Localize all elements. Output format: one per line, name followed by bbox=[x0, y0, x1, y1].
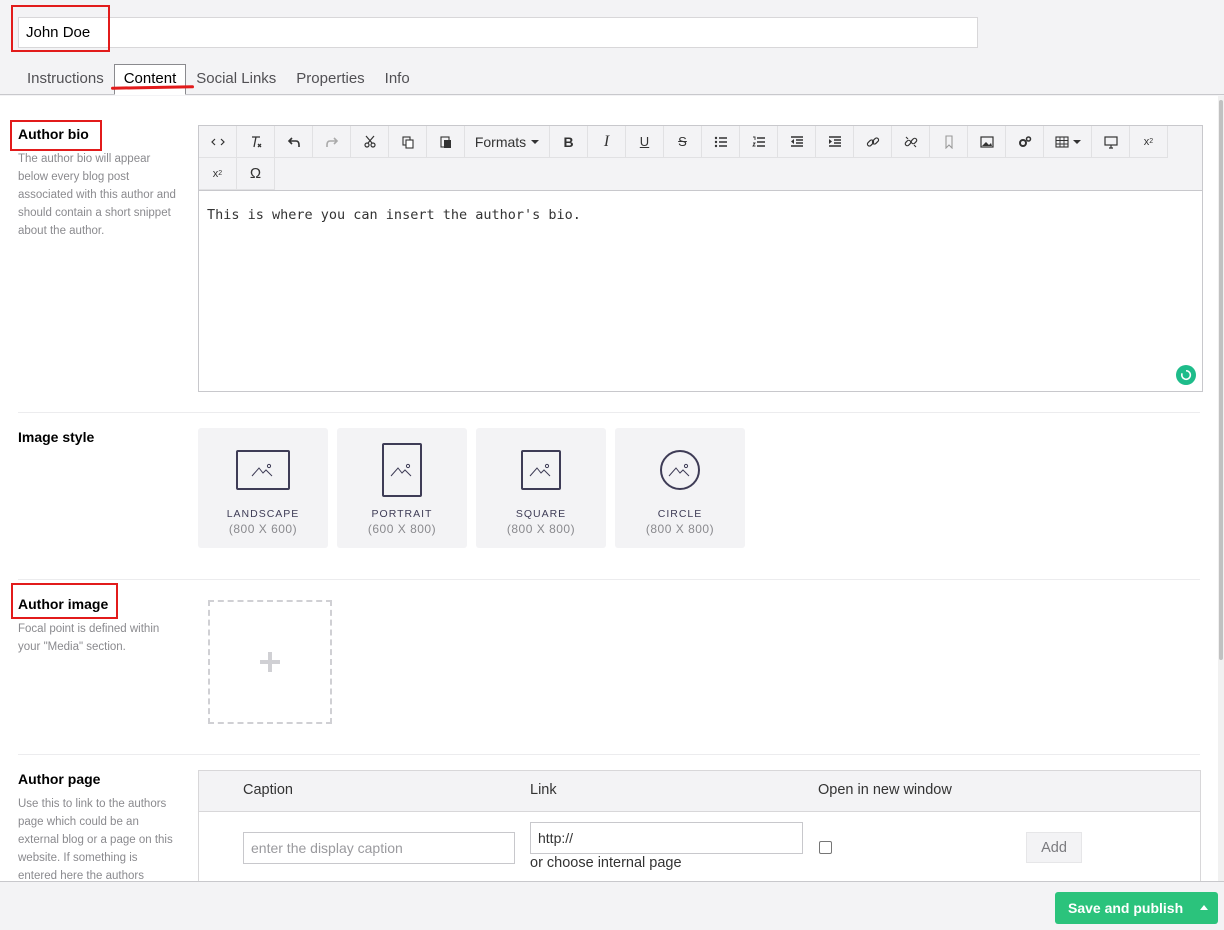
tab-content[interactable]: Content bbox=[113, 64, 187, 95]
author-page-label: Author page bbox=[18, 771, 101, 787]
link-icon[interactable] bbox=[854, 126, 892, 158]
section-divider bbox=[18, 412, 1200, 413]
omega-icon[interactable]: Ω bbox=[237, 158, 275, 190]
content-header: Instructions Content Social Links Proper… bbox=[0, 0, 1224, 95]
subscript-icon[interactable]: x2 bbox=[1130, 126, 1168, 158]
code-icon[interactable] bbox=[199, 126, 237, 158]
clear-format-icon[interactable] bbox=[237, 126, 275, 158]
chevron-up-icon[interactable] bbox=[1200, 905, 1208, 910]
open-new-window-checkbox[interactable] bbox=[819, 841, 832, 854]
numbered-list-icon[interactable] bbox=[740, 126, 778, 158]
editor-text: This is where you can insert the author'… bbox=[207, 207, 581, 223]
style-option-name: CIRCLE bbox=[657, 508, 703, 520]
save-and-publish-label: Save and publish bbox=[1068, 900, 1184, 916]
style-option-square[interactable]: SQUARE (800 X 800) bbox=[476, 428, 606, 548]
editor-toolbar: Formats B I U S x2 x2 Ω bbox=[199, 126, 1202, 191]
footer-bar: Save and publish bbox=[0, 881, 1224, 930]
tab-properties[interactable]: Properties bbox=[286, 64, 374, 95]
link-column-header: Link bbox=[530, 782, 557, 798]
content-tabs: Instructions Content Social Links Proper… bbox=[17, 64, 420, 95]
spell-check-icon[interactable] bbox=[1176, 365, 1196, 385]
redo-icon[interactable] bbox=[313, 126, 351, 158]
image-style-label: Image style bbox=[18, 429, 95, 445]
style-option-name: SQUARE bbox=[515, 508, 567, 520]
style-option-name: LANDSCAPE bbox=[226, 508, 300, 520]
add-link-button[interactable]: Add bbox=[1026, 832, 1082, 863]
formats-label: Formats bbox=[474, 133, 527, 150]
style-option-size: (800 X 800) bbox=[506, 522, 576, 536]
related-link-table: Caption Link Open in new window or choos… bbox=[198, 770, 1201, 881]
bold-icon[interactable]: B bbox=[550, 126, 588, 158]
table-icon[interactable] bbox=[1044, 126, 1092, 158]
style-option-landscape[interactable]: LANDSCAPE (800 X 600) bbox=[198, 428, 328, 548]
square-image-icon bbox=[521, 450, 561, 490]
paste-icon[interactable] bbox=[427, 126, 465, 158]
author-page-description: Use this to link to the authors page whi… bbox=[18, 798, 173, 881]
strikethrough-icon[interactable]: S bbox=[664, 126, 702, 158]
new-window-column-header: Open in new window bbox=[818, 782, 952, 798]
author-image-description: Focal point is defined within your "Medi… bbox=[18, 623, 160, 653]
portrait-image-icon bbox=[382, 443, 422, 497]
outdent-icon[interactable] bbox=[778, 126, 816, 158]
content-panel: Author bio The author bio will appear be… bbox=[0, 96, 1218, 881]
tab-social-links[interactable]: Social Links bbox=[186, 64, 286, 95]
style-option-size: (600 X 800) bbox=[367, 522, 437, 536]
tab-info[interactable]: Info bbox=[375, 64, 420, 95]
content-name-input[interactable] bbox=[18, 17, 978, 48]
style-option-size: (800 X 800) bbox=[645, 522, 715, 536]
author-bio-label: Author bio bbox=[18, 126, 89, 142]
scrollbar-thumb[interactable] bbox=[1219, 100, 1223, 660]
underline-icon[interactable]: U bbox=[626, 126, 664, 158]
indent-icon[interactable] bbox=[816, 126, 854, 158]
chevron-down-icon bbox=[1072, 139, 1081, 144]
link-table-header: Caption Link Open in new window bbox=[199, 771, 1200, 812]
caption-input[interactable] bbox=[243, 832, 515, 864]
style-option-circle[interactable]: CIRCLE (800 X 800) bbox=[615, 428, 745, 548]
link-input[interactable] bbox=[530, 822, 803, 854]
image-icon[interactable] bbox=[968, 126, 1006, 158]
author-image-label: Author image bbox=[18, 596, 109, 612]
unlink-icon[interactable] bbox=[892, 126, 930, 158]
image-style-options: LANDSCAPE (800 X 600) PORTRAIT (600 X 80… bbox=[198, 428, 745, 548]
section-divider bbox=[18, 579, 1200, 580]
superscript-icon[interactable]: x2 bbox=[199, 158, 237, 190]
style-option-size: (800 X 600) bbox=[228, 522, 298, 536]
section-divider bbox=[18, 754, 1200, 755]
formats-dropdown[interactable]: Formats bbox=[465, 126, 550, 158]
tab-instructions[interactable]: Instructions bbox=[17, 64, 114, 95]
copy-icon[interactable] bbox=[389, 126, 427, 158]
plus-icon bbox=[260, 652, 280, 672]
undo-icon[interactable] bbox=[275, 126, 313, 158]
style-option-portrait[interactable]: PORTRAIT (600 X 800) bbox=[337, 428, 467, 548]
anchor-icon[interactable] bbox=[930, 126, 968, 158]
caption-column-header: Caption bbox=[243, 782, 293, 798]
style-option-name: PORTRAIT bbox=[371, 508, 433, 520]
circle-image-icon bbox=[660, 450, 700, 490]
author-bio-description: The author bio will appear below every b… bbox=[18, 153, 176, 237]
italic-icon[interactable]: I bbox=[588, 126, 626, 158]
image-picker-add[interactable] bbox=[208, 600, 332, 724]
bullet-list-icon[interactable] bbox=[702, 126, 740, 158]
save-and-publish-button[interactable]: Save and publish bbox=[1055, 892, 1218, 924]
macro-icon[interactable] bbox=[1006, 126, 1044, 158]
embed-icon[interactable] bbox=[1092, 126, 1130, 158]
rich-text-editor: Formats B I U S x2 x2 Ω This is where yo… bbox=[198, 125, 1203, 392]
editor-content-area[interactable]: This is where you can insert the author'… bbox=[199, 191, 1202, 391]
vertical-scrollbar[interactable] bbox=[1218, 96, 1224, 881]
chevron-down-icon bbox=[531, 139, 540, 144]
choose-internal-page-link[interactable]: or choose internal page bbox=[530, 855, 682, 871]
landscape-image-icon bbox=[236, 450, 290, 490]
cut-icon[interactable] bbox=[351, 126, 389, 158]
